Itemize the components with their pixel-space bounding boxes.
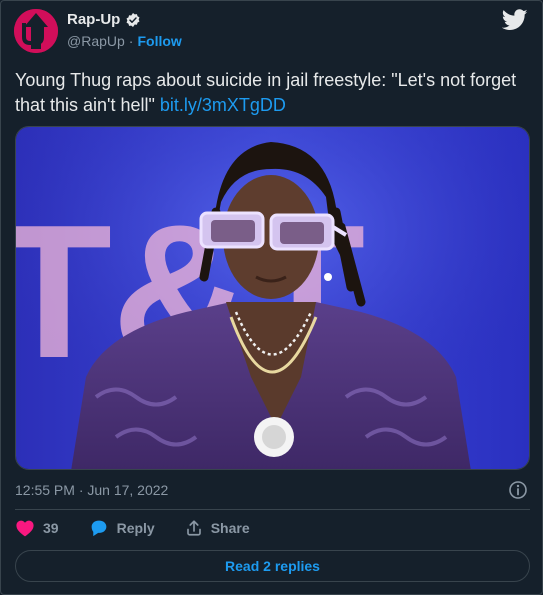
like-count: 39: [43, 520, 59, 536]
twitter-bird-icon[interactable]: [501, 9, 528, 36]
share-button[interactable]: Share: [185, 519, 250, 537]
heart-icon: [15, 519, 35, 537]
follow-link[interactable]: Follow: [137, 33, 181, 49]
verified-badge-icon: [125, 12, 141, 28]
read-replies-button[interactable]: Read 2 replies: [15, 550, 530, 582]
info-icon[interactable]: [508, 480, 528, 505]
tweet-text: Young Thug raps about suicide in jail fr…: [15, 68, 530, 118]
like-button[interactable]: 39: [15, 519, 59, 537]
account-handle[interactable]: @RapUp: [67, 33, 125, 49]
tweet-media-image[interactable]: T&T: [15, 126, 530, 470]
account-name-row[interactable]: Rap-Up: [67, 11, 141, 28]
tweet-timestamp[interactable]: 12:55 PM · Jun 17, 2022: [15, 482, 168, 498]
separator-dot: ·: [128, 33, 134, 49]
tweet-card: Rap-Up @RapUp · Follow Young Thug raps a…: [0, 0, 543, 595]
reply-bubble-icon: [89, 519, 109, 537]
divider: [15, 509, 530, 510]
reply-button[interactable]: Reply: [89, 519, 155, 537]
reply-label: Reply: [116, 520, 155, 536]
handle-row: @RapUp · Follow: [67, 33, 182, 49]
avatar[interactable]: [14, 9, 58, 53]
account-name[interactable]: Rap-Up: [67, 11, 120, 28]
rapper-photo: T&T: [16, 127, 529, 469]
rapup-logo-icon: [14, 9, 58, 53]
tweet-link[interactable]: bit.ly/3mXTgDD: [160, 95, 286, 115]
action-bar: 39 Reply Share: [15, 519, 280, 537]
share-icon: [185, 519, 203, 537]
share-label: Share: [210, 520, 250, 536]
